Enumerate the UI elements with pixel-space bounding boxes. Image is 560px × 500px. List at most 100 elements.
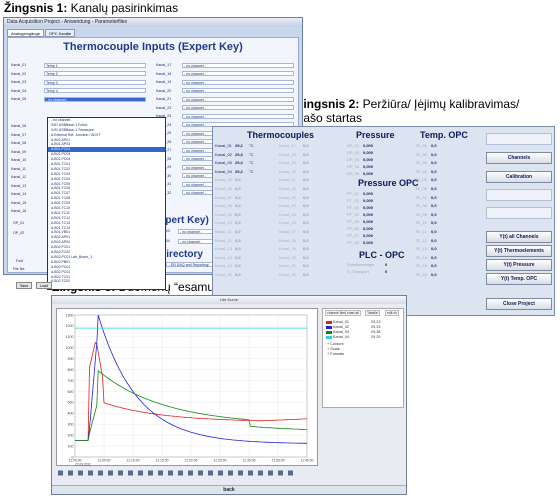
- live-chart[interactable]: 1300 1200 1100 1000 900 800 700 600 500 400 300 200…: [56, 308, 318, 467]
- channel-label: Kanal_04: [11, 88, 27, 93]
- channel-name: Kanal_27: [279, 229, 296, 234]
- thermocouple-row: Kanal_08 0,0: [215, 202, 257, 210]
- row-value: 0,000: [363, 171, 374, 176]
- toolbar-icon[interactable]: [158, 470, 163, 476]
- toolbar-icon[interactable]: [108, 470, 113, 476]
- toolbar-icon[interactable]: [118, 470, 123, 476]
- toolbar-icon[interactable]: [288, 470, 293, 476]
- close-project-button[interactable]: Close Project: [486, 298, 552, 310]
- series-swatch: [326, 321, 332, 324]
- channel-select[interactable]: - no channel -: [182, 88, 294, 94]
- toolbar-icon[interactable]: [238, 470, 243, 476]
- step-2-text-line1: Peržiūra/ Įėjimų kalibravimas/: [359, 97, 520, 111]
- toolbar-icon[interactable]: [268, 470, 273, 476]
- toolbar-icon[interactable]: [128, 470, 133, 476]
- thermocouple-row: Kanal_20 0,0: [279, 168, 317, 176]
- channel-name: Kanal_16: [215, 272, 232, 277]
- toolbar-icon[interactable]: [58, 470, 63, 476]
- thermocouple-row: Kanal_11 0,0: [215, 228, 257, 236]
- channel-select[interactable]: Temp 4: [44, 88, 146, 94]
- channel-name: Kanal_06: [215, 186, 232, 191]
- legend-section[interactable]: + Scale: [327, 347, 340, 351]
- toolbar-icon[interactable]: [218, 470, 223, 476]
- channel-name: Kanal_04: [215, 168, 232, 174]
- legend-tab[interactable]: chart all: [345, 310, 361, 316]
- toolbar-icon[interactable]: [188, 470, 193, 476]
- row-name: TE_08: [415, 203, 427, 209]
- tab-opc-channels[interactable]: OPC Kanäle: [44, 29, 76, 37]
- thermocouple-row: Kanal_13 0,0: [215, 245, 257, 253]
- x-tick-label: 11:20:00: [185, 459, 198, 463]
- thermocouple-row: Kanal_31 0,0: [279, 262, 317, 270]
- channel-dropdown-list[interactable]: - no channel -/DE/ USBBase-1.FolIo1/US/ …: [47, 117, 166, 290]
- load-button[interactable]: Load: [36, 282, 52, 289]
- x-tick-label: 11:15:00: [156, 459, 169, 463]
- channel-value: 0,0: [303, 229, 309, 234]
- toolbar-icon[interactable]: [68, 470, 73, 476]
- channel-label: Kanal_06: [11, 124, 27, 128]
- toolbar-icons[interactable]: [56, 469, 318, 477]
- series-value: 29,33: [371, 325, 381, 329]
- row-name: TE_11: [415, 229, 427, 234]
- yt-temp-opc-button[interactable]: Y(t) Temp. OPC: [486, 273, 552, 285]
- value-row: PT_08 0,000: [347, 239, 377, 247]
- thermocouple-row: Kanal_25 0,0: [279, 211, 317, 219]
- row-name: TE_02: [415, 151, 427, 157]
- channel-select[interactable]: Temp 2: [44, 71, 146, 77]
- row-name: TE_10: [415, 220, 427, 226]
- toolbar-icon[interactable]: [178, 470, 183, 476]
- toolbar-icon[interactable]: [168, 470, 173, 476]
- save-button[interactable]: Save: [16, 282, 33, 289]
- channel-row: Kanal_01 Temp 1: [11, 62, 146, 68]
- row-name: TE_06: [415, 186, 427, 191]
- toolbar-icon[interactable]: [88, 470, 93, 476]
- toolbar-icon[interactable]: [278, 470, 283, 476]
- button-slot: [486, 207, 552, 219]
- back-button[interactable]: back: [52, 485, 406, 494]
- channel-select[interactable]: - no channel -: [182, 113, 294, 119]
- row-name: PT_08: [347, 240, 359, 245]
- toolbar-icon[interactable]: [208, 470, 213, 476]
- channel-select[interactable]: - no channel -: [182, 71, 294, 77]
- button-slot: [486, 133, 552, 145]
- channels-button[interactable]: Channels: [486, 152, 552, 164]
- channel-name: Kanal_08: [215, 203, 232, 209]
- toolbar-icon[interactable]: [148, 470, 153, 476]
- channel-label: Kanal_10: [11, 158, 27, 162]
- legend-tab[interactable]: Tabelle: [365, 310, 380, 316]
- toolbar-icon[interactable]: [198, 470, 203, 476]
- channel-select[interactable]: - no channel -: [182, 62, 294, 68]
- channel-select[interactable]: Temp 3: [44, 79, 146, 85]
- channel-value: 0,0: [235, 237, 241, 243]
- pressure-opc-heading: Pressure OPC: [358, 178, 419, 188]
- channel-label: Kanal_19: [156, 80, 172, 84]
- legend-tab[interactable]: edit ch: [385, 310, 399, 316]
- channel-select[interactable]: - no channel -: [182, 96, 294, 102]
- yt-pressure-button[interactable]: Y(t) Pressure: [486, 259, 552, 271]
- thermocouple-row: Kanal_21 0,0: [279, 176, 317, 184]
- toolbar-icon[interactable]: [258, 470, 263, 476]
- legend-section[interactable]: + Cursors: [327, 342, 344, 346]
- channel-label: Kanal_14: [11, 192, 27, 196]
- dropdown-option[interactable]: A.B02.TC02: [48, 279, 165, 284]
- tab-analog-inputs[interactable]: Analogeingänge: [7, 29, 44, 37]
- toolbar-icon[interactable]: [138, 470, 143, 476]
- channel-select[interactable]: - no channel -: [182, 79, 294, 85]
- yt-all-channels-button[interactable]: Y(t) all Channels: [486, 231, 552, 243]
- toolbar-icon[interactable]: [98, 470, 103, 476]
- toolbar-icon[interactable]: [78, 470, 83, 476]
- channel-label: Kanal_03: [11, 80, 27, 84]
- channel-label: Kanal_17: [156, 63, 172, 67]
- toolbar-icon[interactable]: [228, 470, 233, 476]
- yt-thermoelements-button[interactable]: Y(t) Thermoelements: [486, 245, 552, 257]
- channel-select[interactable]: - no channel -: [182, 105, 294, 111]
- legend-section[interactable]: + Formats: [327, 352, 344, 356]
- channel-select[interactable]: Temp 1: [44, 62, 146, 68]
- value-row: TE_04 0,0: [415, 168, 445, 176]
- channel-select[interactable]: - no channel -: [44, 96, 146, 102]
- channel-name: Kanal_17: [279, 143, 296, 148]
- chart-svg: 1300 1200 1100 1000 900 800 700 600 500 400 300 200…: [66, 313, 314, 466]
- toolbar-icon[interactable]: [248, 470, 253, 476]
- channel-row: Kanal_03 Temp 3: [11, 79, 146, 85]
- calibration-button[interactable]: Calibration: [486, 171, 552, 183]
